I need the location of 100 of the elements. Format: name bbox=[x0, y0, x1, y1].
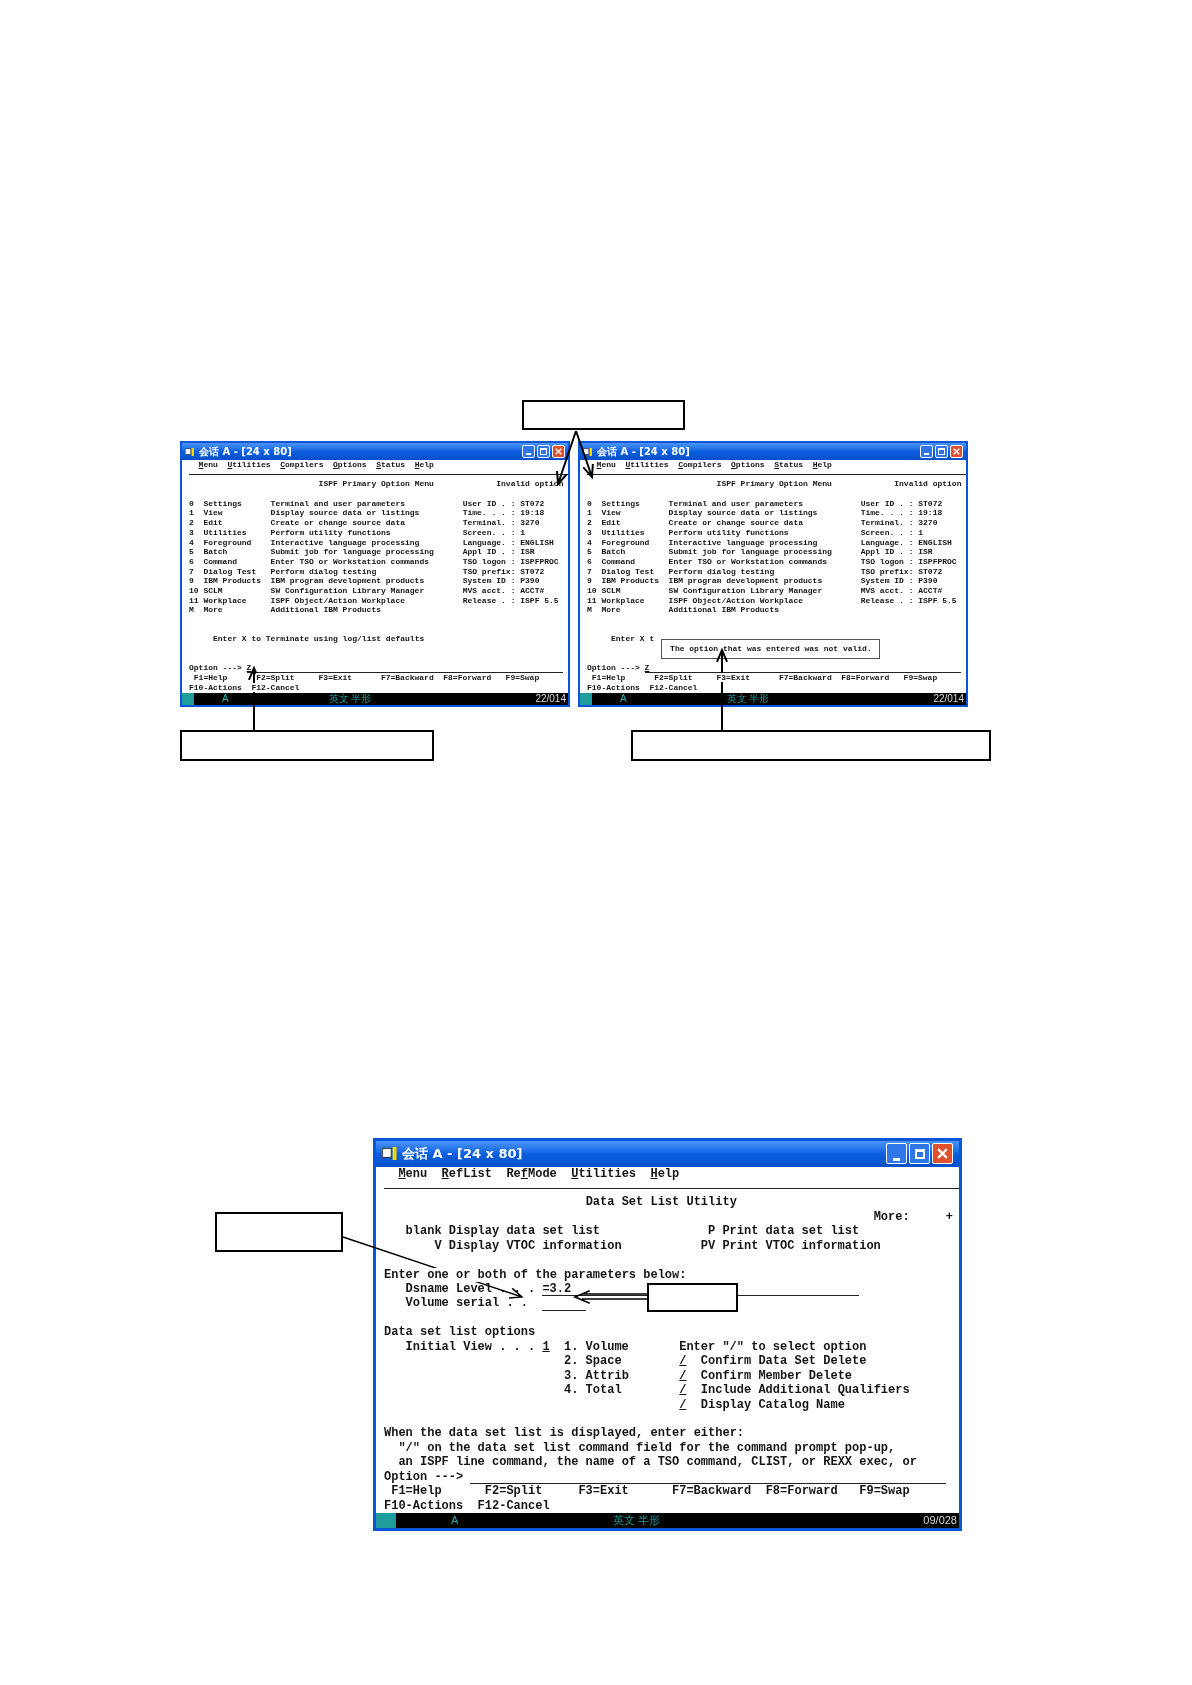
command-description: Display VTOC information bbox=[448, 1238, 623, 1254]
menu-item[interactable]: Options bbox=[333, 460, 367, 470]
close-button[interactable] bbox=[932, 1143, 953, 1164]
screen-title: Data Set List Utility bbox=[585, 1195, 737, 1210]
menu-item[interactable]: Options bbox=[731, 460, 765, 470]
option-number: 4 bbox=[587, 537, 593, 548]
terminal-icon bbox=[382, 1147, 398, 1160]
cursor-position: 22/014 bbox=[535, 693, 566, 704]
selection-field[interactable]: / bbox=[679, 1383, 687, 1398]
menu-item[interactable]: Compilers bbox=[280, 460, 324, 470]
option-description: ISPF Object/Action Workplace bbox=[668, 595, 804, 606]
selection-field[interactable]: / bbox=[679, 1368, 687, 1384]
info-value: 19:18 bbox=[918, 508, 943, 519]
info-value: ENGLISH bbox=[918, 537, 952, 548]
option-number: 10 bbox=[189, 585, 200, 596]
function-key-label: F1=Help bbox=[391, 1484, 442, 1499]
option-name: IBM Products bbox=[601, 576, 660, 586]
option-number: 2 bbox=[587, 518, 593, 528]
close-button[interactable] bbox=[552, 445, 565, 458]
option-name: Workplace bbox=[203, 595, 248, 606]
info-label: System ID : bbox=[462, 576, 517, 586]
function-key-label: F1=Help bbox=[193, 673, 228, 683]
info-label: TSO prefix: bbox=[462, 566, 517, 577]
info-label: Language. : bbox=[860, 537, 915, 548]
maximize-icon bbox=[938, 448, 945, 455]
function-key-label: F10-Actions bbox=[587, 682, 640, 692]
view-choice: 2. Space bbox=[564, 1354, 622, 1369]
info-value: P390 bbox=[918, 576, 938, 586]
option-name: Utilities bbox=[601, 527, 646, 538]
menu-item[interactable]: Utilities bbox=[571, 1166, 637, 1181]
option-label: Display Catalog Name bbox=[700, 1397, 845, 1412]
input-field[interactable]: 1 bbox=[542, 1339, 550, 1355]
close-button[interactable] bbox=[950, 445, 963, 458]
menu-item[interactable]: Utilities bbox=[625, 460, 669, 470]
option-number: 2 bbox=[189, 518, 195, 528]
info-label: MVS acct. : bbox=[462, 585, 517, 596]
menu-item[interactable]: Status bbox=[376, 460, 406, 470]
option-number: 0 bbox=[189, 498, 195, 509]
selection-field[interactable]: / bbox=[679, 1397, 687, 1412]
function-key-label: F1=Help bbox=[591, 673, 626, 683]
option-number: 5 bbox=[189, 547, 195, 557]
minimize-button[interactable] bbox=[920, 445, 933, 458]
option-description: Submit job for language processing bbox=[270, 547, 435, 557]
option-description: Submit job for language processing bbox=[668, 547, 833, 557]
option-name: Edit bbox=[203, 518, 224, 528]
screen-title: ISPF Primary Option Menu bbox=[716, 479, 833, 490]
status-message: Invalid option bbox=[894, 479, 962, 490]
option-number: 0 bbox=[587, 498, 593, 509]
option-name: Foreground bbox=[203, 537, 253, 548]
menu-item[interactable]: Menu bbox=[596, 460, 616, 470]
info-value: ISPFPROC bbox=[520, 556, 559, 567]
option-description: Create or change source data bbox=[668, 518, 804, 528]
menu-item[interactable]: Help bbox=[812, 460, 832, 470]
status-indicator-icon bbox=[182, 692, 194, 705]
cursor-position: 22/014 bbox=[933, 693, 964, 704]
selection-field[interactable]: / bbox=[679, 1354, 687, 1369]
option-number: 11 bbox=[587, 595, 598, 606]
input-method-status: 英文 半形 bbox=[613, 1515, 661, 1526]
menu-item[interactable]: Status bbox=[774, 460, 804, 470]
instruction-text: Enter "/" to select option bbox=[679, 1339, 867, 1355]
option-number: 3 bbox=[587, 527, 593, 538]
option-number: 4 bbox=[189, 537, 195, 548]
input-mode: A bbox=[620, 693, 627, 704]
function-key-label: F9=Swap bbox=[903, 673, 938, 683]
option-number: 1 bbox=[189, 508, 195, 519]
maximize-icon bbox=[914, 1148, 925, 1159]
option-description: Display source data or listings bbox=[668, 508, 819, 519]
option-name: Utilities bbox=[203, 527, 248, 538]
menu-item[interactable]: Help bbox=[414, 460, 434, 470]
option-description: Perform utility functions bbox=[668, 527, 790, 538]
option-number: 6 bbox=[189, 556, 195, 567]
function-key-label: F2=Split bbox=[654, 673, 693, 683]
menu-item[interactable]: Help bbox=[650, 1166, 680, 1181]
menu-item[interactable]: RefMode bbox=[506, 1166, 557, 1181]
maximize-button[interactable] bbox=[537, 445, 550, 458]
minimize-button[interactable] bbox=[886, 1143, 907, 1164]
menu-item[interactable]: Utilities bbox=[227, 460, 271, 470]
menu-item[interactable]: RefList bbox=[441, 1166, 492, 1181]
option-description: SW Configuration Library Manager bbox=[270, 585, 426, 596]
function-key-label: F3=Exit bbox=[318, 673, 353, 683]
info-value: ACCT# bbox=[918, 585, 943, 596]
maximize-button[interactable] bbox=[909, 1143, 930, 1164]
function-key-label: F7=Backward bbox=[380, 673, 434, 683]
option-number: 11 bbox=[189, 595, 200, 606]
window-title: 会话 A - [24 x 80] bbox=[199, 445, 292, 459]
option-name: IBM Products bbox=[203, 576, 262, 586]
minimize-icon bbox=[893, 1158, 900, 1161]
screen-title: ISPF Primary Option Menu bbox=[318, 479, 435, 490]
info-label: TSO logon : bbox=[860, 556, 915, 567]
info-value: ACCT# bbox=[520, 585, 545, 596]
menu-item[interactable]: Menu bbox=[198, 460, 218, 470]
menu-item[interactable]: Menu bbox=[398, 1166, 428, 1181]
menu-item[interactable]: Compilers bbox=[678, 460, 722, 470]
terminal-icon bbox=[583, 447, 593, 456]
info-value: ST072 bbox=[520, 566, 545, 577]
command-code: blank bbox=[405, 1224, 442, 1239]
minimize-button[interactable] bbox=[522, 445, 535, 458]
help-text: When the data set list is displayed, enter either: bbox=[384, 1426, 745, 1441]
maximize-button[interactable] bbox=[935, 445, 948, 458]
info-value: ENGLISH bbox=[520, 537, 554, 548]
